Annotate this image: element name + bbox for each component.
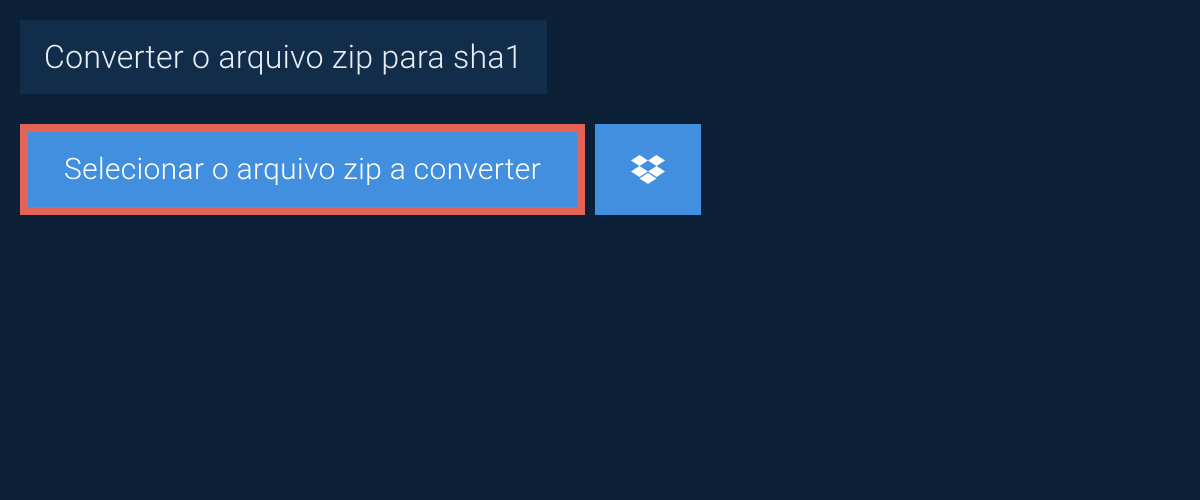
title-bar: Converter o arquivo zip para sha1 (20, 20, 547, 94)
select-file-button[interactable]: Selecionar o arquivo zip a converter (20, 124, 585, 215)
select-file-inner: Selecionar o arquivo zip a converter (28, 132, 577, 207)
dropbox-icon (631, 155, 665, 185)
page-container: Converter o arquivo zip para sha1 Seleci… (0, 0, 1200, 235)
select-file-label: Selecionar o arquivo zip a converter (64, 152, 541, 187)
button-row: Selecionar o arquivo zip a converter (20, 124, 1180, 215)
page-title: Converter o arquivo zip para sha1 (44, 38, 523, 76)
dropbox-button[interactable] (595, 124, 701, 215)
